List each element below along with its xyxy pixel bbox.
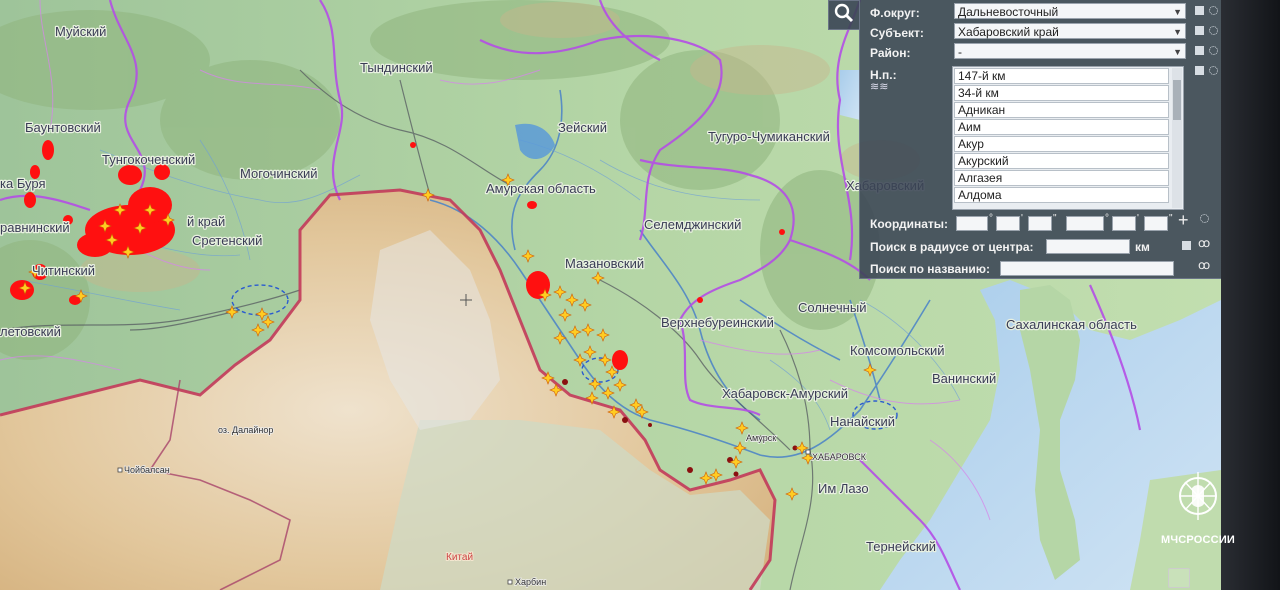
lon-deg-input[interactable]: [1066, 216, 1104, 231]
district-select[interactable]: Дальневосточный ▼: [954, 3, 1186, 19]
binoculars-icon[interactable]: ꝏ: [1198, 236, 1210, 250]
settlement-label: Н.п.:: [870, 68, 897, 82]
label-chitinsky: Читинский: [32, 263, 95, 278]
label-zeysky: Зейский: [558, 120, 607, 135]
lon-sec-input[interactable]: [1144, 216, 1168, 231]
search-panel: Ф.округ: Дальневосточный ▼ Субъект: Хабар…: [859, 0, 1222, 279]
fullscreen-icon[interactable]: [1168, 568, 1190, 588]
settlement-list[interactable]: 147-й км 34-й км Адникан Аим Акур Акурский Алг…: [952, 66, 1184, 210]
label-letovsky: летовский: [0, 324, 61, 339]
coords-label: Координаты:: [870, 217, 949, 231]
label-amurskaya: Амурская область: [486, 181, 596, 196]
option-square-icon[interactable]: [1195, 6, 1204, 15]
label-terneysky: Тернейский: [866, 539, 936, 554]
chevron-down-icon: ▼: [1173, 47, 1182, 57]
label-mogochinsky: Могочинский: [240, 166, 318, 181]
radius-unit: км: [1135, 240, 1150, 254]
label-kitai: Китай: [446, 552, 473, 563]
label-zabaikalsky: й край: [187, 214, 225, 229]
radius-input[interactable]: [1046, 239, 1130, 254]
settlement-item[interactable]: Алдома: [954, 187, 1169, 203]
target-icon[interactable]: [1200, 214, 1209, 223]
radius-label: Поиск в радиусе от центра:: [870, 240, 1034, 254]
settlement-item[interactable]: Аим: [954, 119, 1169, 135]
emercom-emblem-icon: [1179, 472, 1217, 520]
settlement-item[interactable]: Акур: [954, 136, 1169, 152]
binoculars-icon[interactable]: ꝏ: [1198, 258, 1210, 272]
label-sretensky: Сретенский: [192, 233, 262, 248]
label-muisky: Муйский: [55, 24, 106, 39]
label-khabarovsk-city: ХАБАРОВСК: [812, 452, 867, 462]
label-komsomolsky: Комсомольский: [850, 343, 945, 358]
settlement-item[interactable]: Акурский: [954, 153, 1169, 169]
area-value: -: [958, 45, 962, 59]
district-value: Дальневосточный: [958, 5, 1059, 19]
label-mazanovsky: Мазановский: [565, 256, 644, 271]
emercom-logo: МЧСРОССИИ: [1158, 468, 1238, 546]
label-tuguro: Тугуро-Чумиканский: [708, 129, 830, 144]
label-buryatia: ка Буря: [0, 176, 46, 191]
subject-select[interactable]: Хабаровский край ▼: [954, 23, 1186, 39]
area-select[interactable]: - ▼: [954, 43, 1186, 59]
target-icon[interactable]: [1209, 26, 1218, 35]
search-icon: [834, 3, 854, 27]
settlement-item[interactable]: 34-й км: [954, 85, 1169, 101]
subject-label: Субъект:: [870, 26, 924, 40]
scrollbar[interactable]: [1172, 68, 1182, 208]
layers-icon[interactable]: ≋≋: [870, 82, 888, 93]
label-selemdzhinsky: Селемджинский: [644, 217, 741, 232]
option-square-icon[interactable]: [1195, 66, 1204, 75]
target-icon[interactable]: [1209, 6, 1218, 15]
label-bauntovsky: Баунтовский: [25, 120, 101, 135]
label-sakhalinskaya: Сахалинская область: [1006, 317, 1137, 332]
search-button[interactable]: [828, 0, 860, 30]
settlement-item[interactable]: Адникан: [954, 102, 1169, 118]
lat-min-input[interactable]: [996, 216, 1020, 231]
lat-deg-input[interactable]: [956, 216, 988, 231]
add-icon[interactable]: +: [1178, 210, 1189, 231]
label-tungokochensky: Тунгокоченский: [102, 152, 195, 167]
label-im-lazo: Им Лазо: [818, 481, 869, 496]
option-square-icon[interactable]: [1182, 241, 1191, 250]
label-pravninsky: равнинский: [0, 220, 70, 235]
label-amursk: Амурск: [746, 433, 776, 443]
chevron-down-icon: ▼: [1173, 27, 1182, 37]
label-lake: оз. Далайнор: [218, 425, 273, 435]
target-icon[interactable]: [1209, 66, 1218, 75]
subject-value: Хабаровский край: [958, 25, 1059, 39]
lat-sec-input[interactable]: [1028, 216, 1052, 231]
label-vaninsky: Ванинский: [932, 371, 996, 386]
label-solnechny: Солнечный: [798, 300, 866, 315]
lon-min-input[interactable]: [1112, 216, 1136, 231]
name-search-input[interactable]: [1000, 261, 1174, 276]
chevron-down-icon: ▼: [1173, 7, 1182, 17]
district-label: Ф.округ:: [870, 6, 920, 20]
name-search-label: Поиск по названию:: [870, 262, 991, 276]
label-harbin: Харбин: [515, 577, 546, 587]
logo-text: МЧСРОССИИ: [1160, 534, 1236, 546]
label-verkhnebureinsky: Верхнебуреинский: [661, 315, 774, 330]
label-tyndinsky: Тындинский: [360, 60, 433, 75]
settlement-item[interactable]: Алгазея: [954, 170, 1169, 186]
option-square-icon[interactable]: [1195, 26, 1204, 35]
label-nanaisky: Нанайский: [830, 414, 895, 429]
option-square-icon[interactable]: [1195, 46, 1204, 55]
area-label: Район:: [870, 46, 911, 60]
label-choibalsan: Чойбалсан: [124, 465, 170, 475]
settlement-item[interactable]: 147-й км: [954, 68, 1169, 84]
target-icon[interactable]: [1209, 46, 1218, 55]
label-khabarovsk-amursky: Хабаровск-Амурский: [722, 386, 848, 401]
